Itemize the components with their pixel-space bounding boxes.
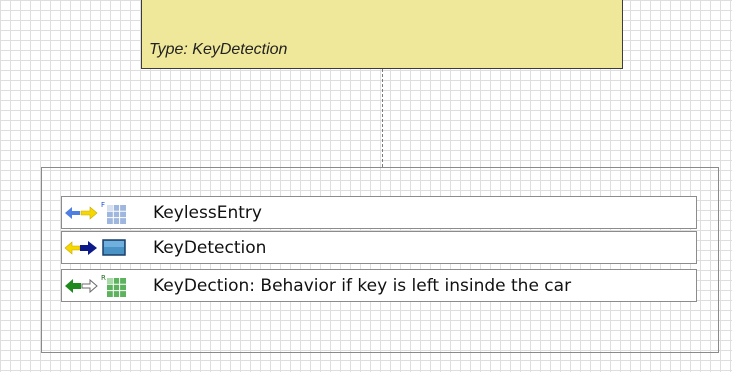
element-row-keydetection[interactable]: KeyDetection (61, 231, 697, 264)
svg-text:R: R (101, 274, 106, 282)
connector-line (382, 69, 383, 167)
element-row-keylessentry[interactable]: F KeylessEntry (61, 196, 697, 229)
element-label: KeyDetection (153, 238, 267, 258)
element-label: KeyDection: Behavior if key is left insi… (153, 276, 572, 296)
bidirectional-arrow-icon (65, 206, 98, 220)
feature-grid-icon: F (101, 201, 126, 224)
type-label: Type: KeyDetection (149, 41, 288, 58)
element-label: KeylessEntry (153, 203, 262, 223)
required-arrow-icon (65, 278, 98, 294)
element-row-keydection-behavior[interactable]: R KeyDection: Behavior if key is left in… (61, 269, 697, 302)
block-icon (102, 239, 126, 256)
requirement-grid-icon: R (101, 274, 126, 297)
svg-text:F: F (101, 201, 105, 209)
type-block[interactable]: Type: KeyDetection (141, 0, 623, 69)
diagram-canvas[interactable]: Type: KeyDetection F KeylessEntry KeyDet… (0, 0, 732, 372)
provided-arrow-icon (64, 241, 97, 255)
